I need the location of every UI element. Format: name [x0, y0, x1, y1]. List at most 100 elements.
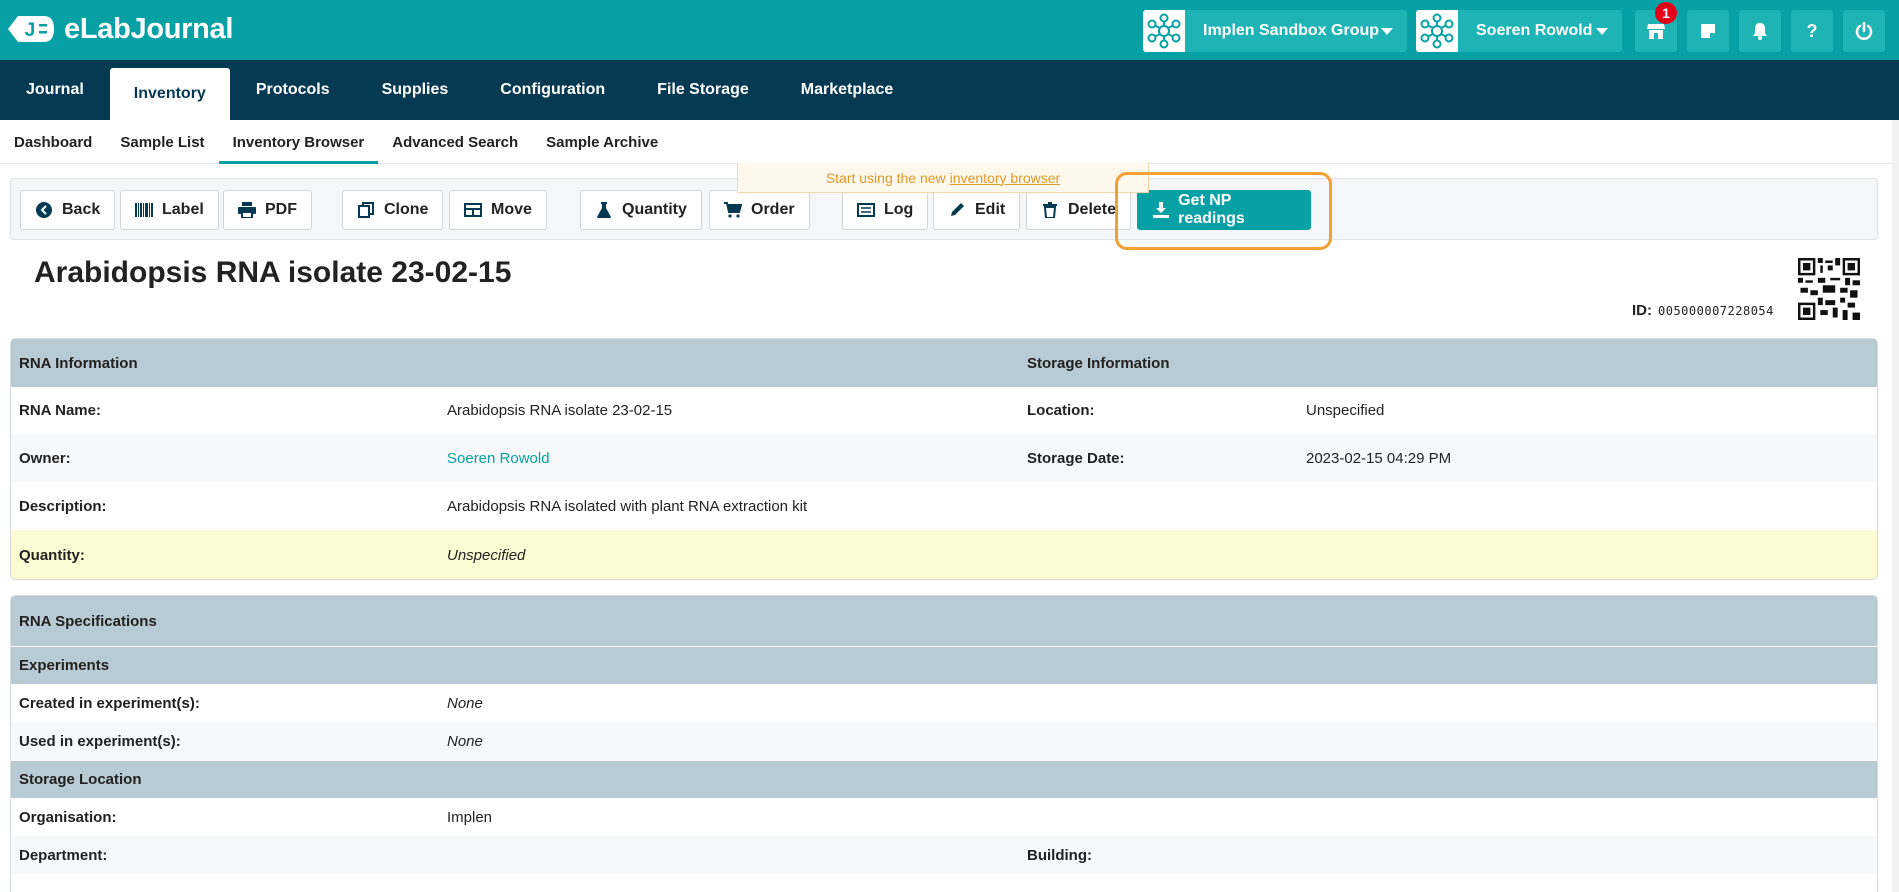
- quantity-value: Unspecified: [447, 546, 526, 564]
- delete-label: Delete: [1068, 201, 1117, 218]
- location-value: Unspecified: [1306, 402, 1385, 419]
- description-value: Arabidopsis RNA isolated with plant RNA …: [447, 497, 808, 515]
- quantity-button[interactable]: Quantity: [580, 190, 702, 230]
- store-button[interactable]: 1: [1635, 2, 1677, 52]
- notifications-button[interactable]: [1739, 10, 1781, 52]
- qr-code-icon: [1798, 258, 1860, 320]
- list-icon: [857, 201, 875, 219]
- storage-information-heading: Storage Information: [1027, 354, 1170, 372]
- user-selector[interactable]: Soeren Rowold: [1416, 10, 1622, 52]
- rna-specifications-table: RNA Specifications Experiments Created i…: [10, 595, 1878, 892]
- nav-inventory[interactable]: Inventory: [109, 68, 230, 120]
- owner-label: Owner:: [19, 449, 71, 467]
- notice-text: Start using the new: [825, 169, 946, 186]
- quantity-label: Quantity:: [19, 546, 85, 564]
- chevron-down-icon: [1596, 27, 1608, 35]
- building-label: Building:: [1027, 846, 1092, 864]
- rna-name-label: RNA Name:: [19, 402, 101, 419]
- table-row: Used in experiment(s): None: [11, 722, 1877, 760]
- experiments-heading: Experiments: [19, 657, 110, 674]
- note-icon: [1701, 24, 1715, 38]
- subnav-sample-archive[interactable]: Sample Archive: [532, 120, 672, 164]
- trash-icon: [1041, 201, 1059, 219]
- pdf-label: PDF: [265, 201, 297, 218]
- nav-protocols[interactable]: Protocols: [230, 60, 356, 120]
- move-label: Move: [491, 201, 532, 218]
- back-icon: [35, 201, 53, 219]
- order-label: Order: [751, 201, 795, 218]
- rna-name-value: Arabidopsis RNA isolate 23-02-15: [447, 402, 673, 419]
- back-label: Back: [62, 201, 101, 218]
- nav-marketplace[interactable]: Marketplace: [775, 60, 920, 120]
- description-label: Description:: [19, 497, 107, 515]
- logo-icon: J: [8, 16, 54, 42]
- label-label: Label: [162, 201, 204, 218]
- nav-configuration[interactable]: Configuration: [474, 60, 631, 120]
- help-icon: ?: [1806, 20, 1818, 41]
- back-button[interactable]: Back: [20, 190, 116, 230]
- table-row: Created in experiment(s): None: [11, 684, 1877, 722]
- move-button[interactable]: Move: [449, 190, 547, 230]
- log-button[interactable]: Log: [842, 190, 929, 230]
- subnav-dashboard[interactable]: Dashboard: [0, 120, 106, 164]
- page-title: Arabidopsis RNA isolate 23-02-15: [34, 256, 512, 289]
- edit-label: Edit: [975, 201, 1006, 218]
- app-logo[interactable]: J eLabJournal: [6, 12, 233, 46]
- sample-id: ID: 005000007228054: [1632, 302, 1774, 319]
- storage-date-value: 2023-02-15 04:29 PM: [1306, 449, 1452, 467]
- barcode-icon: [135, 201, 153, 219]
- svg-text:J: J: [25, 20, 36, 41]
- app-name: eLabJournal: [64, 12, 234, 45]
- group-selector[interactable]: Implen Sandbox Group: [1143, 10, 1407, 52]
- created-in-experiments-value: None: [447, 694, 483, 712]
- experiments-header-row: Experiments: [11, 646, 1877, 684]
- nav-journal[interactable]: Journal: [0, 60, 110, 120]
- clone-button[interactable]: Clone: [342, 190, 444, 230]
- table-row: RNA Name: Arabidopsis RNA isolate 23-02-…: [11, 387, 1877, 434]
- location-label: Location:: [1027, 402, 1095, 419]
- storage-date-label: Storage Date:: [1027, 449, 1125, 467]
- table-row: Owner: Soeren Rowold Storage Date: 2023-…: [11, 434, 1877, 482]
- label-button[interactable]: Label: [120, 190, 219, 230]
- page: J eLabJournal Implen Sandbox Group Soere…: [0, 0, 1899, 892]
- rna-specifications-heading: RNA Specifications: [19, 612, 157, 630]
- sub-nav: Dashboard Sample List Inventory Browser …: [0, 120, 1899, 164]
- used-in-experiments-label: Used in experiment(s):: [19, 732, 181, 750]
- logout-button[interactable]: [1843, 10, 1885, 52]
- pdf-button[interactable]: PDF: [223, 190, 312, 230]
- storage-location-header-row: Storage Location: [11, 760, 1877, 798]
- print-icon: [238, 201, 256, 219]
- subnav-advanced-search[interactable]: Advanced Search: [378, 120, 532, 164]
- highlight-annotation: [1115, 172, 1332, 250]
- group-selector-label: Implen Sandbox Group: [1203, 22, 1380, 39]
- notice-link[interactable]: inventory browser: [950, 170, 1061, 186]
- sample-id-label: ID:: [1632, 302, 1652, 319]
- nav-file-storage[interactable]: File Storage: [631, 60, 775, 120]
- order-button[interactable]: Order: [709, 190, 810, 230]
- copy-icon: [357, 201, 375, 219]
- notes-button[interactable]: [1687, 10, 1729, 52]
- clone-label: Clone: [384, 201, 429, 218]
- table-row: Organisation: Implen: [11, 798, 1877, 836]
- spec-header-row: RNA Specifications: [11, 596, 1877, 646]
- main-nav: Journal Inventory Protocols Supplies Con…: [0, 60, 1899, 120]
- help-button[interactable]: ?: [1791, 10, 1833, 52]
- edit-button[interactable]: Edit: [933, 190, 1021, 230]
- bell-icon: [1753, 23, 1767, 40]
- subnav-inventory-browser[interactable]: Inventory Browser: [219, 120, 379, 164]
- cart-icon: [724, 201, 742, 219]
- notification-badge: 1: [1655, 2, 1677, 24]
- inventory-browser-notice: Start using the new inventory browser: [737, 163, 1149, 193]
- table-row: Description: Arabidopsis RNA isolated wi…: [11, 482, 1877, 530]
- user-avatar-icon: [1416, 10, 1458, 52]
- page-scrollbar[interactable]: [1892, 120, 1899, 892]
- owner-link[interactable]: Soeren Rowold: [447, 450, 550, 467]
- organisation-value: Implen: [447, 808, 493, 826]
- storage-location-heading: Storage Location: [19, 771, 142, 788]
- rna-information-heading: RNA Information: [19, 354, 138, 372]
- sample-id-value: 005000007228054: [1658, 304, 1774, 318]
- flask-icon: [595, 201, 613, 219]
- subnav-sample-list[interactable]: Sample List: [106, 120, 218, 164]
- info-header-row: RNA Information Storage Information: [11, 339, 1877, 387]
- nav-supplies[interactable]: Supplies: [356, 60, 475, 120]
